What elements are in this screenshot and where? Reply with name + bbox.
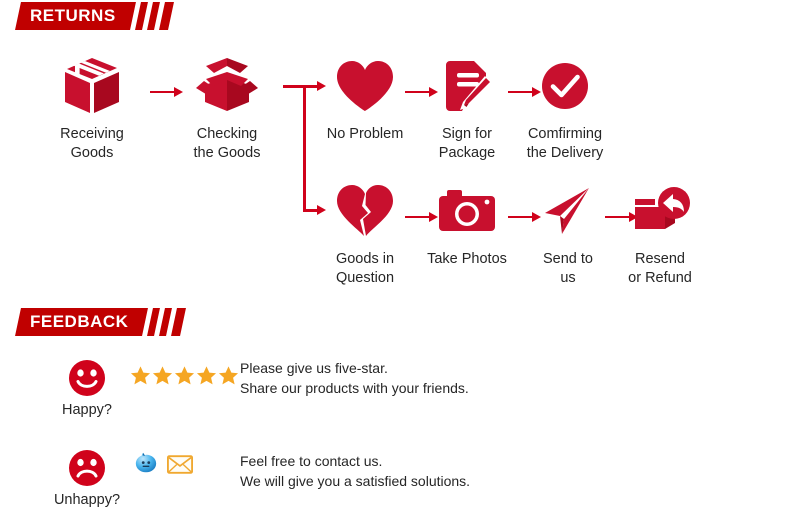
returns-banner-title: RETURNS [30,6,116,25]
unhappy-message: Feel free to contact us. We will give yo… [240,453,471,490]
check-circle-icon [510,55,620,117]
step-sign-for-package: Sign for Package [412,55,522,163]
step-goods-in-question: Goods in Question [310,180,420,288]
unhappy-caption: Unhappy? [53,492,121,508]
envelope-icon[interactable] [167,454,193,474]
contact-icons-group [134,452,193,476]
happy-message: Please give us five-star. Share our prod… [240,360,469,397]
package-box-icon [37,55,147,117]
broken-heart-icon [310,180,420,242]
happy-face-block: Happy? [44,358,130,418]
star-icon [196,366,217,385]
step-no-problem: No Problem [310,55,420,144]
heart-icon [310,55,420,117]
returns-banner-body: RETURNS [15,2,129,30]
smiley-sad-icon [44,448,130,488]
document-pencil-icon [412,55,522,117]
banner-slashes-icon [134,308,187,336]
star-icon [174,366,195,385]
feedback-banner-body: FEEDBACK [15,308,142,336]
camera-icon [412,180,522,242]
step-checking-goods: Checking the Goods [172,55,282,163]
feedback-banner-title: FEEDBACK [30,312,129,331]
step-take-photos: Take Photos [412,180,522,269]
banner-slashes-icon [121,2,174,30]
step-label: Checking the Goods [193,126,261,162]
star-icon [218,366,239,385]
happy-caption: Happy? [62,402,112,418]
step-label: No Problem [326,126,404,142]
step-label: Sign for Package [438,126,496,162]
step-label: Goods in Question [335,251,395,287]
step-label: Take Photos [427,251,507,267]
step-confirming-delivery: Comfirming the Delivery [510,55,620,163]
step-receiving-goods: Receiving Goods [37,55,147,163]
step-resend-or-refund: Resend or Refund [605,180,715,288]
box-return-arrow-icon [605,180,715,242]
returns-feedback-page: RETURNS Receiving Goods Checking the Goo… [0,0,790,525]
chat-bubble-icon[interactable] [134,452,158,476]
feedback-section-banner: FEEDBACK [15,308,187,336]
step-label: Resend or Refund [628,251,692,287]
open-box-icon [172,55,282,117]
five-star-rating [130,365,239,386]
smiley-happy-icon [44,358,130,398]
star-icon [152,366,173,385]
step-label: Comfirming the Delivery [526,126,604,162]
star-icon [130,366,151,385]
unhappy-face-block: Unhappy? [44,448,130,508]
step-label: Receiving Goods [60,126,124,162]
returns-section-banner: RETURNS [15,2,174,30]
